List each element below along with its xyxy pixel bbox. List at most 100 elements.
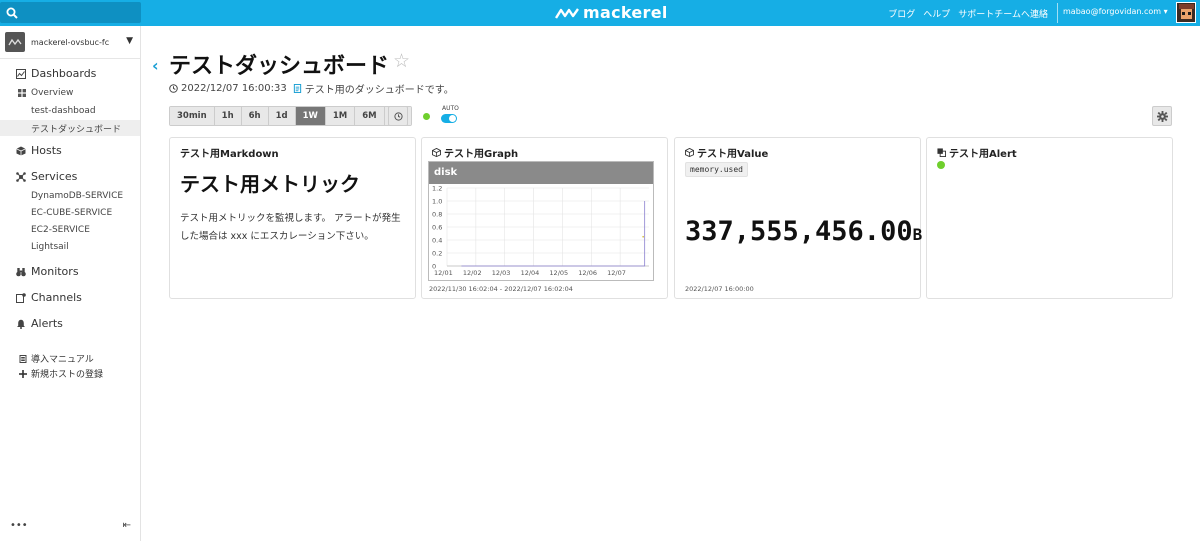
graph-widget[interactable]: テスト用Graph disk 1.2 1.0 0.8 0.6 0.4 0.2 0 12/01 1… — [421, 137, 668, 299]
x-tick-label: 12/04 — [521, 269, 540, 277]
cube-icon — [16, 146, 26, 155]
range-1h-button[interactable]: 1h — [214, 107, 242, 125]
sidebar-item-services[interactable]: Services — [16, 170, 77, 183]
sidebar-item-ec-cube-service[interactable]: EC-CUBE-SERVICE — [31, 208, 112, 218]
graph-time-range: 2022/11/30 16:02:04 - 2022/12/07 16:02:0… — [429, 285, 573, 293]
settings-button[interactable] — [1152, 106, 1172, 126]
sidebar-bottom-bar: ••• ⇤ — [10, 520, 131, 531]
metric-name-badge: memory.used — [685, 162, 748, 177]
y-tick-label: 1.2 — [432, 185, 442, 193]
mackerel-logo[interactable]: mackerel — [555, 3, 668, 22]
blog-link[interactable]: ブログ — [888, 7, 915, 20]
y-tick-label: 0.4 — [432, 237, 442, 245]
more-icon[interactable]: ••• — [10, 520, 28, 531]
top-links: ブログ ヘルプ サポートチームへ連絡 — [888, 7, 1048, 20]
x-tick-label: 12/05 — [549, 269, 568, 277]
manual-link[interactable]: 導入マニュアル — [19, 352, 94, 365]
search-input[interactable] — [22, 5, 134, 20]
y-tick-label: 0.2 — [432, 250, 442, 258]
range-1d-button[interactable]: 1d — [268, 107, 296, 125]
value-widget-title: テスト用Value — [685, 145, 768, 160]
updated-at: 2022/12/07 16:00:33 — [181, 83, 287, 94]
avatar[interactable] — [1176, 2, 1196, 23]
x-tick-label: 12/02 — [463, 269, 482, 277]
sidebar-item-ec2-service[interactable]: EC2-SERVICE — [31, 225, 90, 235]
binoculars-icon — [16, 267, 26, 276]
graph-panel[interactable]: disk 1.2 1.0 0.8 0.6 0.4 0.2 0 12/01 12/02 12/03 1… — [428, 161, 654, 281]
main-content: ‹ テストダッシュボード ☆ 2022/12/07 16:00:33 テスト用の… — [141, 26, 1200, 541]
metric-value-number: 337,555,456.00 — [685, 216, 913, 247]
cube-icon — [685, 148, 694, 157]
register-host-link[interactable]: 新規ホストの登録 — [19, 367, 103, 380]
alert-widget[interactable]: テスト用Alert — [926, 137, 1173, 299]
search-icon — [6, 7, 18, 19]
data-point — [642, 235, 645, 238]
gear-icon — [1156, 110, 1168, 122]
y-tick-label: 0.8 — [432, 211, 442, 219]
sidebar-item-overview[interactable]: Overview — [18, 88, 73, 98]
description-icon — [293, 84, 301, 93]
y-tick-label: 1.0 — [432, 198, 442, 206]
collapse-sidebar-icon[interactable]: ⇤ — [123, 520, 131, 531]
dashboard-meta: 2022/12/07 16:00:33 テスト用のダッシュボードです。 — [169, 81, 454, 96]
favorite-star-icon[interactable]: ☆ — [393, 50, 410, 72]
top-divider — [1057, 3, 1058, 23]
search-box[interactable] — [0, 2, 141, 23]
metric-value-unit: B — [912, 225, 923, 244]
cube-icon — [432, 148, 441, 157]
range-1w-button[interactable]: 1W — [295, 107, 326, 125]
caret-down-icon: ▼ — [126, 36, 133, 46]
custom-range-button[interactable] — [388, 106, 408, 126]
logo-text: mackerel — [583, 3, 668, 22]
org-switcher[interactable]: mackerel-ovsbuc-fc ▼ — [5, 31, 135, 53]
markdown-heading: テスト用メトリック — [180, 172, 360, 196]
graph-name: disk — [434, 167, 458, 178]
org-name: mackerel-ovsbuc-fc — [31, 37, 110, 47]
sidebar-divider — [0, 58, 140, 59]
sidebar-item-dashboards[interactable]: Dashboards — [16, 67, 96, 80]
sidebar: mackerel-ovsbuc-fc ▼ Dashboards Overview… — [0, 26, 141, 541]
services-icon — [16, 171, 26, 182]
sidebar-item-alerts[interactable]: Alerts — [16, 317, 63, 330]
range-1m-button[interactable]: 1M — [325, 107, 356, 125]
sidebar-item-monitors[interactable]: Monitors — [16, 265, 79, 278]
grid-icon — [18, 89, 26, 97]
x-tick-label: 12/01 — [434, 269, 453, 277]
metric-timestamp: 2022/12/07 16:00:00 — [685, 285, 754, 293]
range-6h-button[interactable]: 6h — [241, 107, 269, 125]
x-tick-label: 12/06 — [578, 269, 597, 277]
series-line — [461, 201, 646, 267]
clock-icon — [393, 111, 403, 121]
sidebar-item-dynamodb-service[interactable]: DynamoDB-SERVICE — [31, 191, 123, 201]
alert-ok-dot — [937, 161, 945, 169]
help-link[interactable]: ヘルプ — [923, 7, 950, 20]
mackerel-logo-icon — [555, 7, 579, 19]
document-icon — [19, 354, 27, 363]
account-menu[interactable]: mabao@forgovidan.com ▾ — [1063, 7, 1168, 16]
sidebar-item-channels[interactable]: Channels — [16, 291, 82, 304]
org-icon — [5, 32, 25, 52]
alert-widget-title: テスト用Alert — [937, 145, 1017, 160]
auto-label: AUTO — [442, 105, 459, 112]
sidebar-item-lightsail[interactable]: Lightsail — [31, 242, 69, 252]
time-range-selector: 30min 1h 6h 1d 1W 1M 6M 1Y — [169, 106, 412, 126]
clock-icon — [169, 84, 178, 93]
auto-refresh-toggle[interactable] — [441, 114, 457, 123]
graph-chart[interactable]: 1.21.00.80.60.40.2012/01 12/02 12/03 12/04 1… — [429, 184, 653, 280]
range-6m-button[interactable]: 6M — [355, 107, 385, 125]
sidebar-item-test-dashboad[interactable]: test-dashboad — [31, 106, 96, 116]
sidebar-item-hosts[interactable]: Hosts — [16, 144, 62, 157]
dashboard-description: テスト用のダッシュボードです。 — [304, 85, 454, 96]
range-30min-button[interactable]: 30min — [170, 107, 215, 125]
y-tick-label: 0.6 — [432, 224, 442, 232]
plus-icon — [19, 369, 27, 378]
markdown-widget[interactable]: テスト用Markdown テスト用メトリック テスト用メトリックを監視します。 … — [169, 137, 416, 299]
channel-icon — [16, 292, 26, 303]
x-tick-label: 12/07 — [607, 269, 626, 277]
back-chevron-icon[interactable]: ‹ — [152, 56, 159, 75]
sidebar-item-test-dashboard-jp[interactable]: テストダッシュボード — [31, 122, 121, 135]
support-link[interactable]: サポートチームへ連絡 — [958, 7, 1048, 20]
value-widget[interactable]: テスト用Value memory.used 337,555,456.00B 20… — [674, 137, 922, 299]
metric-value: 337,555,456.00B — [685, 216, 922, 247]
markdown-body: テスト用メトリックを監視します。 アラートが発生した場合は xxx にエスカレー… — [180, 213, 401, 242]
